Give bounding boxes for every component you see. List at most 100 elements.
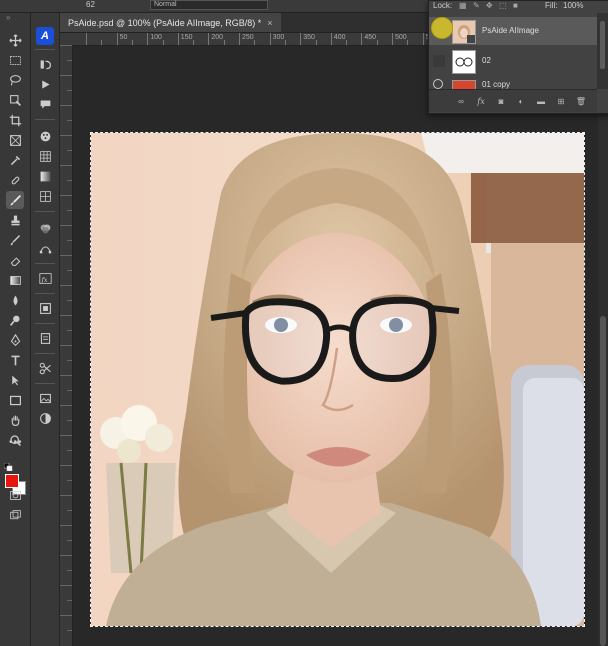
hand-tool-icon[interactable] bbox=[6, 411, 24, 429]
lock-transparent-icon[interactable]: ▦ bbox=[459, 1, 467, 10]
eraser-tool-icon[interactable] bbox=[6, 251, 24, 269]
link-icon[interactable]: ∞ bbox=[455, 95, 467, 107]
swatches-panel-icon[interactable] bbox=[36, 147, 54, 165]
lock-all-icon[interactable]: ■ bbox=[513, 1, 518, 10]
dodge-tool-icon[interactable] bbox=[6, 311, 24, 329]
collapse-chevron-icon[interactable]: » bbox=[6, 13, 10, 22]
lock-pixels-icon[interactable]: ✎ bbox=[473, 1, 480, 10]
fill-value[interactable]: 100% bbox=[563, 1, 583, 10]
ruler-tick bbox=[60, 345, 72, 346]
path-select-tool-icon[interactable] bbox=[6, 371, 24, 389]
ruler-tick bbox=[67, 300, 72, 301]
healing-brush-tool-icon[interactable] bbox=[6, 171, 24, 189]
more-tools-icon[interactable]: ••• bbox=[9, 437, 23, 448]
vertical-ruler[interactable] bbox=[60, 45, 73, 646]
frame-tool-icon[interactable] bbox=[6, 131, 24, 149]
ruler-tick bbox=[300, 33, 302, 45]
folder-icon[interactable]: ▬ bbox=[535, 95, 547, 107]
crop-tool-icon[interactable] bbox=[6, 111, 24, 129]
ruler-tick bbox=[67, 510, 72, 511]
ruler-tick bbox=[60, 375, 72, 376]
quick-mask-icon[interactable] bbox=[6, 486, 24, 504]
scrollbar-thumb[interactable] bbox=[600, 316, 606, 646]
fx-icon[interactable]: fx bbox=[475, 95, 487, 107]
layers-bottom-bar: ∞ fx ◙ ◐ ▬ ⊞ 🗑 bbox=[429, 89, 597, 112]
adjustment-icon[interactable]: ◐ bbox=[515, 95, 527, 107]
divider bbox=[35, 293, 55, 294]
screen-mode-icon[interactable] bbox=[6, 506, 24, 524]
lock-position-icon[interactable]: ✥ bbox=[486, 1, 493, 10]
divider bbox=[35, 323, 55, 324]
psaide-plugin-icon[interactable]: A bbox=[36, 27, 54, 45]
scissors-icon[interactable] bbox=[36, 359, 54, 377]
ruler-tick bbox=[60, 495, 72, 496]
eyedropper-tool-icon[interactable] bbox=[6, 151, 24, 169]
ruler-tick bbox=[67, 570, 72, 571]
ruler-tick bbox=[67, 60, 72, 61]
ruler-label: 250 bbox=[242, 34, 254, 41]
object-select-tool-icon[interactable] bbox=[6, 91, 24, 109]
clone-stamp-tool-icon[interactable] bbox=[6, 211, 24, 229]
patterns-panel-icon[interactable] bbox=[36, 187, 54, 205]
marquee-tool-icon[interactable] bbox=[6, 51, 24, 69]
brush-tool-icon[interactable] bbox=[6, 191, 24, 209]
ruler-tick bbox=[239, 33, 240, 45]
trash-icon[interactable]: 🗑 bbox=[575, 95, 587, 107]
ruler-tick bbox=[177, 33, 179, 45]
ruler-tick bbox=[131, 40, 133, 45]
history-brush-tool-icon[interactable] bbox=[6, 231, 24, 249]
move-tool-icon[interactable] bbox=[6, 31, 24, 49]
portrait-image[interactable] bbox=[91, 133, 584, 626]
ruler-tick bbox=[60, 525, 72, 526]
layer-row-02[interactable]: 02 bbox=[429, 47, 597, 75]
libraries-panel-icon[interactable] bbox=[36, 299, 54, 317]
document-tab-title: PsAide.psd @ 100% (PsAide AIImage, RGB/8… bbox=[68, 17, 262, 28]
layers-scrollbar[interactable] bbox=[597, 13, 608, 89]
paths-panel-icon[interactable] bbox=[36, 239, 54, 257]
image-panel-icon[interactable] bbox=[36, 389, 54, 407]
ruler-label: 150 bbox=[180, 34, 193, 41]
ruler-label: 200 bbox=[211, 34, 224, 41]
navigator-icon[interactable] bbox=[36, 409, 54, 427]
layers-scrollbar-thumb[interactable] bbox=[600, 21, 605, 69]
history-panel-icon[interactable] bbox=[36, 55, 54, 73]
pen-tool-icon[interactable] bbox=[6, 331, 24, 349]
options-number[interactable]: 62 bbox=[86, 0, 95, 9]
mode-dropdown[interactable]: Normal bbox=[150, 0, 268, 10]
properties-panel-icon[interactable] bbox=[36, 329, 54, 347]
blur-tool-icon[interactable] bbox=[6, 291, 24, 309]
styles-fx-icon[interactable]: fx bbox=[36, 269, 54, 287]
comments-icon[interactable] bbox=[36, 95, 54, 113]
rectangle-tool-icon[interactable] bbox=[6, 391, 24, 409]
lasso-tool-icon[interactable] bbox=[6, 71, 24, 89]
type-tool-icon[interactable] bbox=[6, 351, 24, 369]
close-tab-icon[interactable]: × bbox=[267, 18, 272, 28]
new-layer-icon[interactable]: ⊞ bbox=[555, 95, 567, 107]
ruler-tick bbox=[67, 360, 72, 361]
mask-icon[interactable]: ◙ bbox=[495, 95, 507, 107]
lock-artboard-icon[interactable]: ⬚ bbox=[499, 1, 507, 10]
ruler-tick bbox=[223, 40, 225, 45]
vertical-scrollbar[interactable] bbox=[598, 46, 608, 646]
color-panel-icon[interactable] bbox=[36, 127, 54, 145]
layer-row-01-copy[interactable]: 01 copy bbox=[429, 77, 597, 89]
gradients-panel-icon[interactable] bbox=[36, 167, 54, 185]
ruler-tick bbox=[193, 40, 195, 45]
ruler-label: 450 bbox=[364, 34, 377, 41]
visibility-eye-icon[interactable] bbox=[433, 55, 445, 67]
ruler-tick bbox=[60, 555, 72, 556]
divider bbox=[35, 353, 55, 354]
default-colors-icon[interactable] bbox=[4, 463, 13, 471]
layer-thumbnail bbox=[452, 20, 476, 44]
adjustments-panel-icon[interactable] bbox=[36, 219, 54, 237]
ruler-tick bbox=[67, 630, 72, 631]
gradient-tool-icon[interactable] bbox=[6, 271, 24, 289]
foreground-color-swatch[interactable] bbox=[5, 474, 19, 488]
lock-row: Lock: ▦ ✎ ✥ ⬚ ■ Fill: 100% bbox=[429, 1, 608, 13]
ruler-tick bbox=[67, 420, 72, 421]
document-tab[interactable]: PsAide.psd @ 100% (PsAide AIImage, RGB/8… bbox=[60, 13, 281, 32]
actions-play-icon[interactable] bbox=[36, 75, 54, 93]
ruler-tick bbox=[67, 180, 72, 181]
visibility-eye-icon[interactable] bbox=[433, 79, 443, 89]
layer-row-psaide-aiimage[interactable]: PsAide AIImage bbox=[429, 17, 597, 45]
